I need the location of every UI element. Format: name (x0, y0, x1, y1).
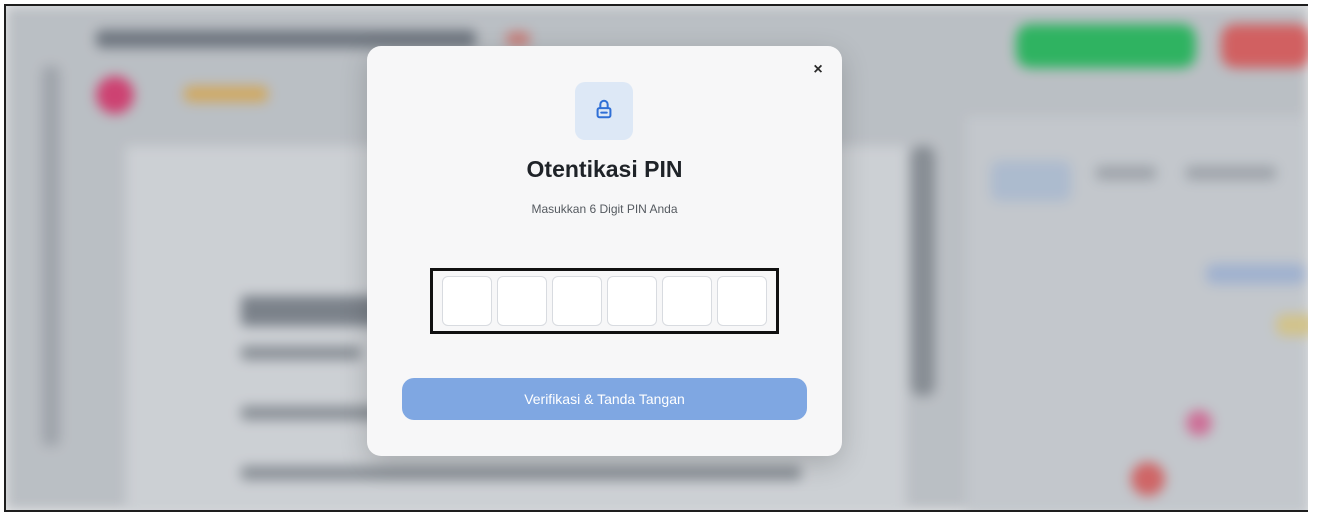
pin-auth-modal: × Otentikasi PIN Masukkan 6 Digit PIN An… (367, 46, 842, 456)
pin-input-group (430, 268, 779, 334)
pin-digit-3[interactable] (552, 276, 602, 326)
modal-subtitle: Masukkan 6 Digit PIN Anda (531, 202, 678, 216)
verify-sign-button[interactable]: Verifikasi & Tanda Tangan (402, 378, 807, 420)
pin-digit-1[interactable] (442, 276, 492, 326)
pin-digit-4[interactable] (607, 276, 657, 326)
lock-icon (593, 98, 615, 125)
close-button[interactable]: × (808, 60, 828, 80)
pin-digit-6[interactable] (717, 276, 767, 326)
close-icon[interactable]: × (813, 61, 822, 79)
pin-digit-5[interactable] (662, 276, 712, 326)
pin-digit-2[interactable] (497, 276, 547, 326)
modal-title: Otentikasi PIN (526, 156, 683, 182)
lock-icon-container (575, 82, 633, 140)
